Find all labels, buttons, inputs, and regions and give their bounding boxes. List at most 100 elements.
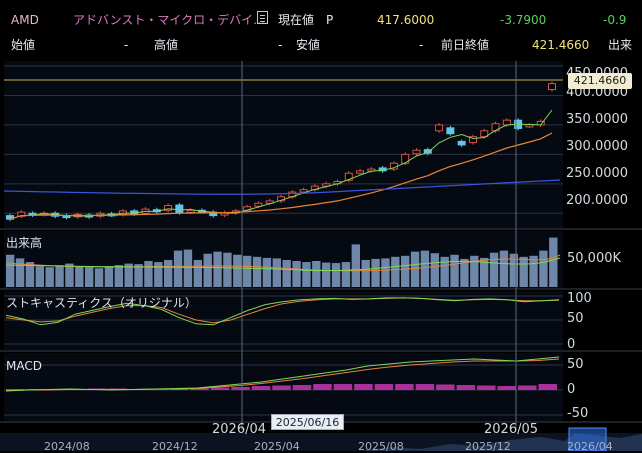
crosshair-right-label: 2026/05	[484, 422, 539, 437]
volume-bar	[450, 254, 459, 287]
volume-bar	[361, 259, 370, 287]
macd-hist-bar	[374, 384, 394, 390]
volume-bar	[252, 256, 262, 287]
volume-bar	[529, 255, 538, 287]
volume-bar	[183, 249, 193, 287]
macd-hist-bar	[251, 386, 271, 390]
crosshair-top-label: 2026/04	[212, 422, 267, 437]
volume-bar	[164, 259, 173, 287]
chart-grid	[0, 61, 642, 423]
current-price-tag: 421.4660	[568, 73, 632, 89]
volume-bar	[312, 261, 321, 287]
candle	[356, 170, 365, 174]
volume-bar	[85, 267, 94, 287]
x-label-1: 2024/12	[152, 440, 198, 453]
price-tick-300: 300.0000	[566, 139, 629, 154]
price-tick-250: 250.0000	[566, 166, 629, 181]
price-chart[interactable]	[0, 0, 642, 451]
volume-bar	[233, 254, 242, 287]
volume-bar	[262, 257, 272, 287]
volume-bar	[173, 250, 183, 287]
x-label-0: 2024/08	[44, 440, 90, 453]
candle	[502, 119, 511, 126]
stoch-tick-0: 0	[567, 337, 576, 352]
x-label-4: 2025/12	[465, 440, 511, 453]
volume-bar	[499, 250, 509, 287]
macd-hist-bar	[415, 384, 435, 390]
macd-hist-bar	[436, 384, 455, 390]
macd-hist-bar	[333, 384, 353, 390]
candle	[435, 124, 444, 132]
volume-bar	[371, 258, 380, 287]
macd-hist-bar	[231, 387, 250, 390]
volume-bar	[94, 268, 104, 287]
crosshair-date-tag: 2025/06/16	[271, 414, 344, 430]
volume-bar	[55, 265, 64, 287]
candle	[446, 127, 455, 135]
volume-bar	[104, 266, 114, 287]
volume-bar	[213, 251, 222, 287]
volume-bar	[272, 258, 281, 287]
volume-bar	[331, 263, 341, 287]
macd-hist-bar	[210, 387, 230, 390]
x-label-3: 2025/08	[358, 440, 404, 453]
volume-bar	[519, 256, 528, 287]
macd-hist-bar	[395, 384, 414, 390]
volume-bar	[489, 252, 499, 287]
volume-bar	[144, 261, 153, 287]
volume-bar	[15, 258, 25, 287]
volume-bar	[410, 251, 420, 287]
macd-hist-bar	[313, 384, 332, 390]
volume-bar	[391, 256, 400, 287]
x-label-5: 2026/04	[567, 440, 613, 453]
pane-bg-0	[4, 61, 563, 228]
volume-bar	[154, 262, 163, 287]
volume-bar	[539, 250, 548, 287]
macd-pane-title: MACD	[6, 359, 42, 373]
macd-tick-minus50: -50	[567, 406, 589, 421]
volume-bar	[6, 254, 15, 287]
candle	[412, 149, 421, 155]
volume-bar	[45, 267, 54, 287]
candle	[548, 83, 556, 91]
candle	[186, 209, 195, 213]
volume-bar	[430, 253, 439, 287]
macd-hist-bar	[354, 384, 373, 390]
volume-bar	[351, 244, 360, 287]
price-tick-200: 200.0000	[566, 193, 629, 208]
macd-hist-bar	[538, 384, 557, 390]
macd-tick-50: 50	[567, 357, 584, 372]
volume-bar	[341, 262, 351, 287]
volume-bar	[322, 262, 331, 287]
stoch-pane-title: ストキャスティクス（オリジナル）	[6, 296, 197, 310]
volume-bar	[35, 266, 44, 287]
macd-hist-bar	[477, 385, 496, 390]
volume-bar	[203, 253, 212, 287]
volume-bar	[134, 264, 143, 287]
volume-bar	[114, 265, 123, 287]
stoch-tick-50: 50	[567, 311, 584, 326]
volume-bar	[420, 250, 430, 287]
volume-bar	[223, 252, 232, 287]
volume-pane-title: 出来高	[6, 236, 43, 250]
macd-tick-0: 0	[567, 382, 576, 397]
volume-bar	[75, 266, 84, 287]
volume-bar	[282, 259, 291, 287]
price-tick-350: 350.0000	[566, 112, 629, 127]
x-label-2: 2025/04	[254, 440, 300, 453]
candle	[525, 124, 534, 128]
volume-bar	[302, 262, 311, 287]
volume-bar	[193, 259, 202, 287]
volume-tick: 50,000K	[567, 251, 622, 266]
candle	[175, 204, 184, 214]
macd-hist-bar	[456, 385, 476, 390]
volume-bar	[401, 255, 410, 287]
candle	[457, 140, 466, 146]
volume-bar	[549, 237, 558, 287]
macd-hist-bar	[292, 385, 312, 390]
volume-bar	[65, 263, 74, 287]
macd-hist-bar	[497, 386, 517, 390]
volume-bar	[381, 258, 390, 287]
macd-hist-bar	[518, 385, 537, 390]
stoch-tick-100: 100	[567, 291, 592, 306]
